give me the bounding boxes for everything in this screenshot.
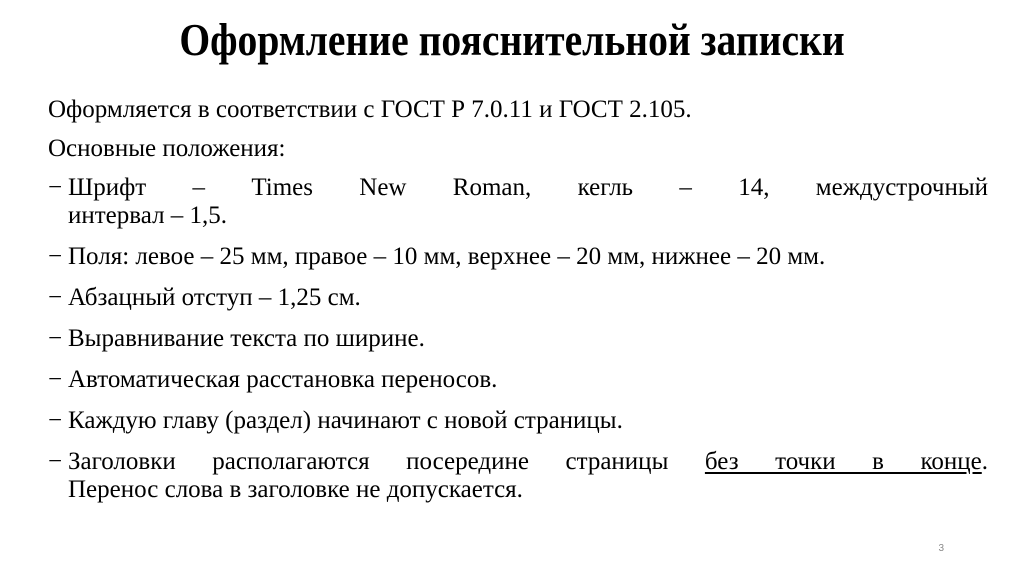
subheading: Основные положения: <box>48 135 286 162</box>
dash-bullet-icon: − <box>48 366 63 393</box>
bullet-item-hyphenation: − Автоматическая расстановка переносов. <box>48 366 988 394</box>
page-number: 3 <box>938 543 944 554</box>
bullet-item-headings: − Заголовки располагаются посередине стр… <box>48 448 988 504</box>
bullet-item-margins: − Поля: левое – 25 мм, правое – 10 мм, в… <box>48 243 988 271</box>
bullet-text-end: . <box>981 448 989 475</box>
bullet-item-alignment: − Выравнивание текста по ширине. <box>48 325 988 353</box>
bullet-text-line2: интервал – 1,5. <box>68 202 228 229</box>
dash-bullet-icon: − <box>48 407 63 434</box>
bullet-text-line1: Заголовки располагаются посередине стран… <box>68 448 988 476</box>
dash-bullet-icon: − <box>48 284 63 311</box>
slide-title: Оформление пояснительной записки <box>179 15 845 65</box>
bullet-text: Поля: левое – 25 мм, правое – 10 мм, вер… <box>68 243 826 270</box>
bullet-text-underlined: без точки в конце <box>704 448 982 475</box>
bullet-text: Абзацный отступ – 1,25 см. <box>68 284 361 311</box>
bullet-item-indent: − Абзацный отступ – 1,25 см. <box>48 284 988 312</box>
bullet-text-line1: Шрифт – Times New Roman, кегль – 14, меж… <box>68 174 988 201</box>
bullet-text-plain: Заголовки располагаются посередине стран… <box>68 448 705 475</box>
bullet-text: Выравнивание текста по ширине. <box>68 325 425 352</box>
slide-content: Оформляется в соответствии с ГОСТ Р 7.0.… <box>48 96 988 517</box>
intro-text: Оформляется в соответствии с ГОСТ Р 7.0.… <box>48 96 692 123</box>
bullet-item-chapters: − Каждую главу (раздел) начинают с новой… <box>48 407 988 435</box>
dash-bullet-icon: − <box>48 174 63 201</box>
bullet-text-line2: Перенос слова в заголовке не допускается… <box>68 476 523 503</box>
dash-bullet-icon: − <box>48 448 63 475</box>
dash-bullet-icon: − <box>48 325 63 352</box>
bullet-text: Каждую главу (раздел) начинают с новой с… <box>68 407 623 434</box>
bullet-item-font: − Шрифт – Times New Roman, кегль – 14, м… <box>48 174 988 230</box>
bullet-text: Автоматическая расстановка переносов. <box>68 366 498 393</box>
dash-bullet-icon: − <box>48 243 63 270</box>
